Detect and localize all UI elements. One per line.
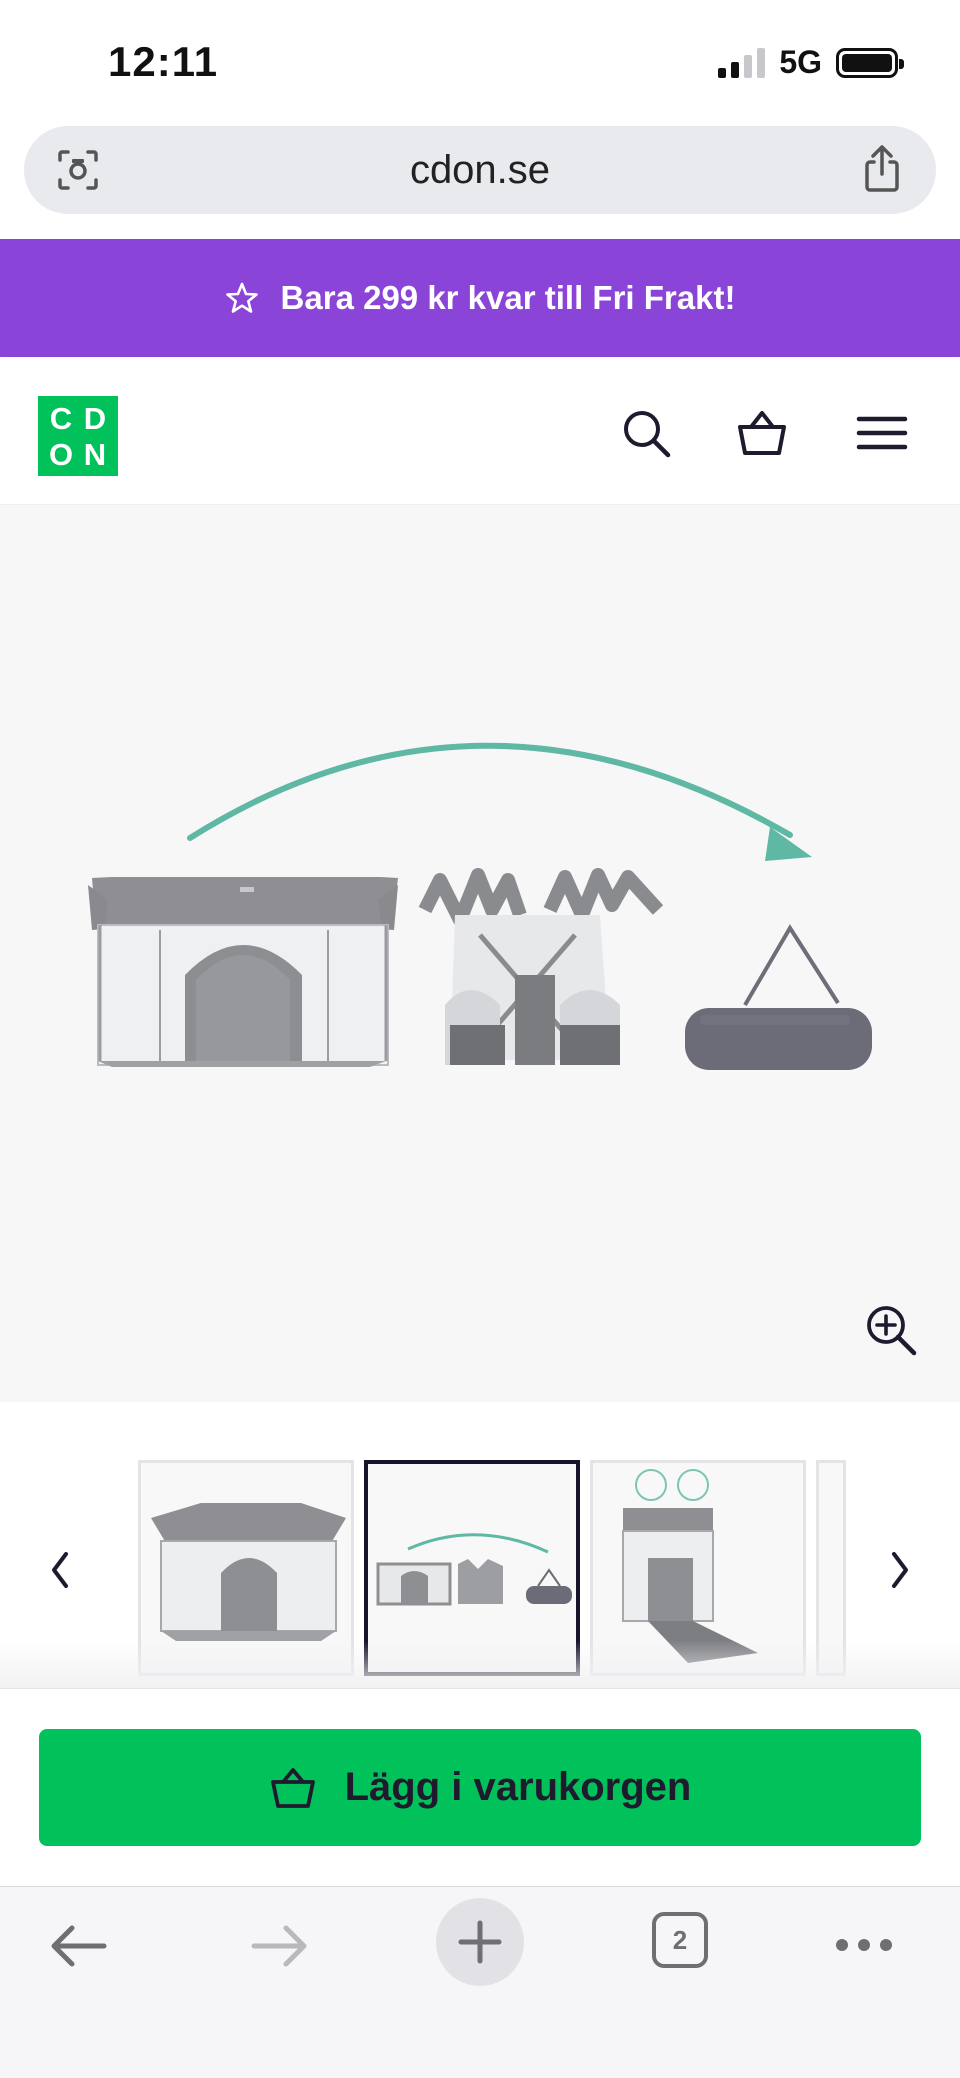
- zoom-in-icon[interactable]: [864, 1303, 920, 1359]
- basket-icon: [270, 1767, 315, 1808]
- network-label: 5G: [779, 44, 822, 80]
- playpen-folding-illustration: [418, 868, 664, 1065]
- logo-letter: D: [83, 400, 107, 436]
- playpen-open-illustration: [88, 877, 398, 1067]
- plus-icon: [436, 1898, 524, 1986]
- tab-count: 2: [652, 1912, 708, 1968]
- more-options-icon[interactable]: [834, 1920, 894, 1970]
- chevron-right-icon[interactable]: [880, 1546, 920, 1594]
- thumbnail-fade: [0, 1640, 960, 1688]
- product-image: [88, 742, 872, 1070]
- free-shipping-banner: Bara 299 kr kvar till Fri Frakt!: [0, 239, 960, 357]
- carry-bag-illustration: [685, 924, 872, 1070]
- page: 12:11 5G cdon.se Bara 299 kr kvar till F…: [0, 0, 960, 2078]
- star-icon: [225, 282, 258, 313]
- status-indicators: 5G: [718, 44, 904, 81]
- logo-letter: N: [83, 436, 107, 472]
- add-to-cart-label: Lägg i varukorgen: [344, 1765, 692, 1809]
- status-time: 12:11: [108, 38, 219, 85]
- site-header: C D O N: [0, 357, 960, 505]
- camera-search-icon[interactable]: [54, 146, 102, 194]
- battery-icon: [836, 47, 904, 78]
- cdon-logo[interactable]: C D O N: [38, 396, 118, 476]
- basket-icon[interactable]: [734, 405, 790, 461]
- free-shipping-text: Bara 299 kr kvar till Fri Frakt!: [280, 279, 736, 316]
- share-icon[interactable]: [858, 144, 906, 194]
- status-bar: 12:11 5G: [0, 0, 960, 120]
- tabs-button[interactable]: 2: [652, 1912, 708, 1968]
- back-arrow-icon[interactable]: [46, 1914, 110, 1978]
- logo-letter: O: [48, 436, 74, 472]
- forward-arrow-icon[interactable]: [248, 1914, 312, 1978]
- logo-letter: C: [49, 400, 73, 436]
- new-tab-button[interactable]: [436, 1898, 524, 1986]
- add-to-cart-button[interactable]: Lägg i varukorgen: [39, 1729, 921, 1846]
- url-text[interactable]: cdon.se: [410, 148, 550, 193]
- menu-icon[interactable]: [854, 405, 910, 461]
- address-bar[interactable]: cdon.se: [24, 126, 936, 214]
- signal-icon: [718, 47, 766, 78]
- product-image-gallery[interactable]: [0, 505, 960, 1402]
- search-icon[interactable]: [618, 405, 674, 461]
- chevron-left-icon[interactable]: [40, 1546, 80, 1594]
